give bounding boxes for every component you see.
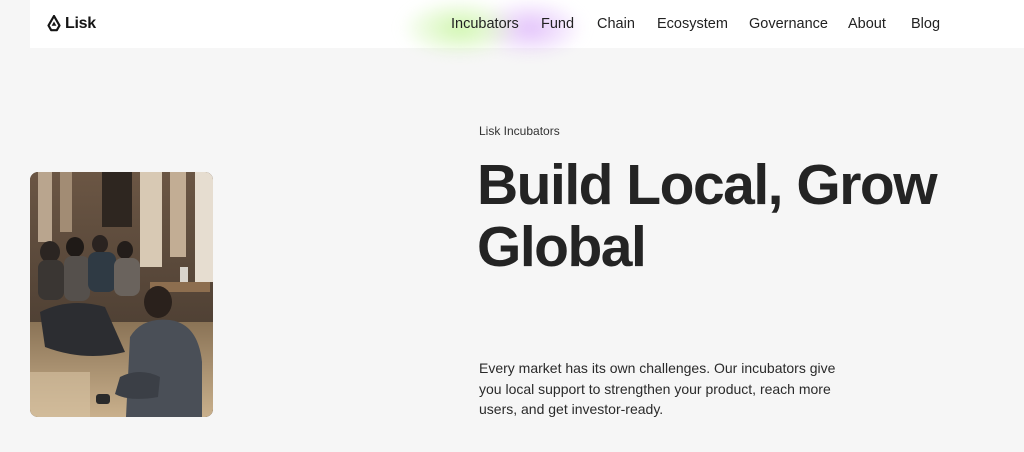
page: Lisk Incubators Fund Chain Ecosystem Gov…	[0, 0, 1024, 452]
hero-description: Every market has its own challenges. Our…	[479, 360, 836, 417]
nav-item-fund[interactable]: Fund	[541, 15, 574, 33]
main-nav: Incubators Fund Chain Ecosystem Governan…	[30, 0, 1024, 48]
nav-item-ecosystem[interactable]: Ecosystem	[657, 15, 728, 33]
hero-eyebrow: Lisk Incubators	[479, 124, 560, 138]
nav-item-about[interactable]: About	[848, 15, 886, 33]
nav-item-chain[interactable]: Chain	[597, 15, 635, 33]
hero-photo	[30, 172, 213, 417]
nav-item-incubators[interactable]: Incubators	[451, 15, 519, 33]
hero-title: Build Local, Grow Global	[477, 153, 938, 279]
nav-item-governance[interactable]: Governance	[749, 15, 828, 33]
nav-item-blog[interactable]: Blog	[911, 15, 940, 33]
hero-photo-illustration	[30, 172, 213, 417]
site-header: Lisk Incubators Fund Chain Ecosystem Gov…	[30, 0, 1024, 56]
